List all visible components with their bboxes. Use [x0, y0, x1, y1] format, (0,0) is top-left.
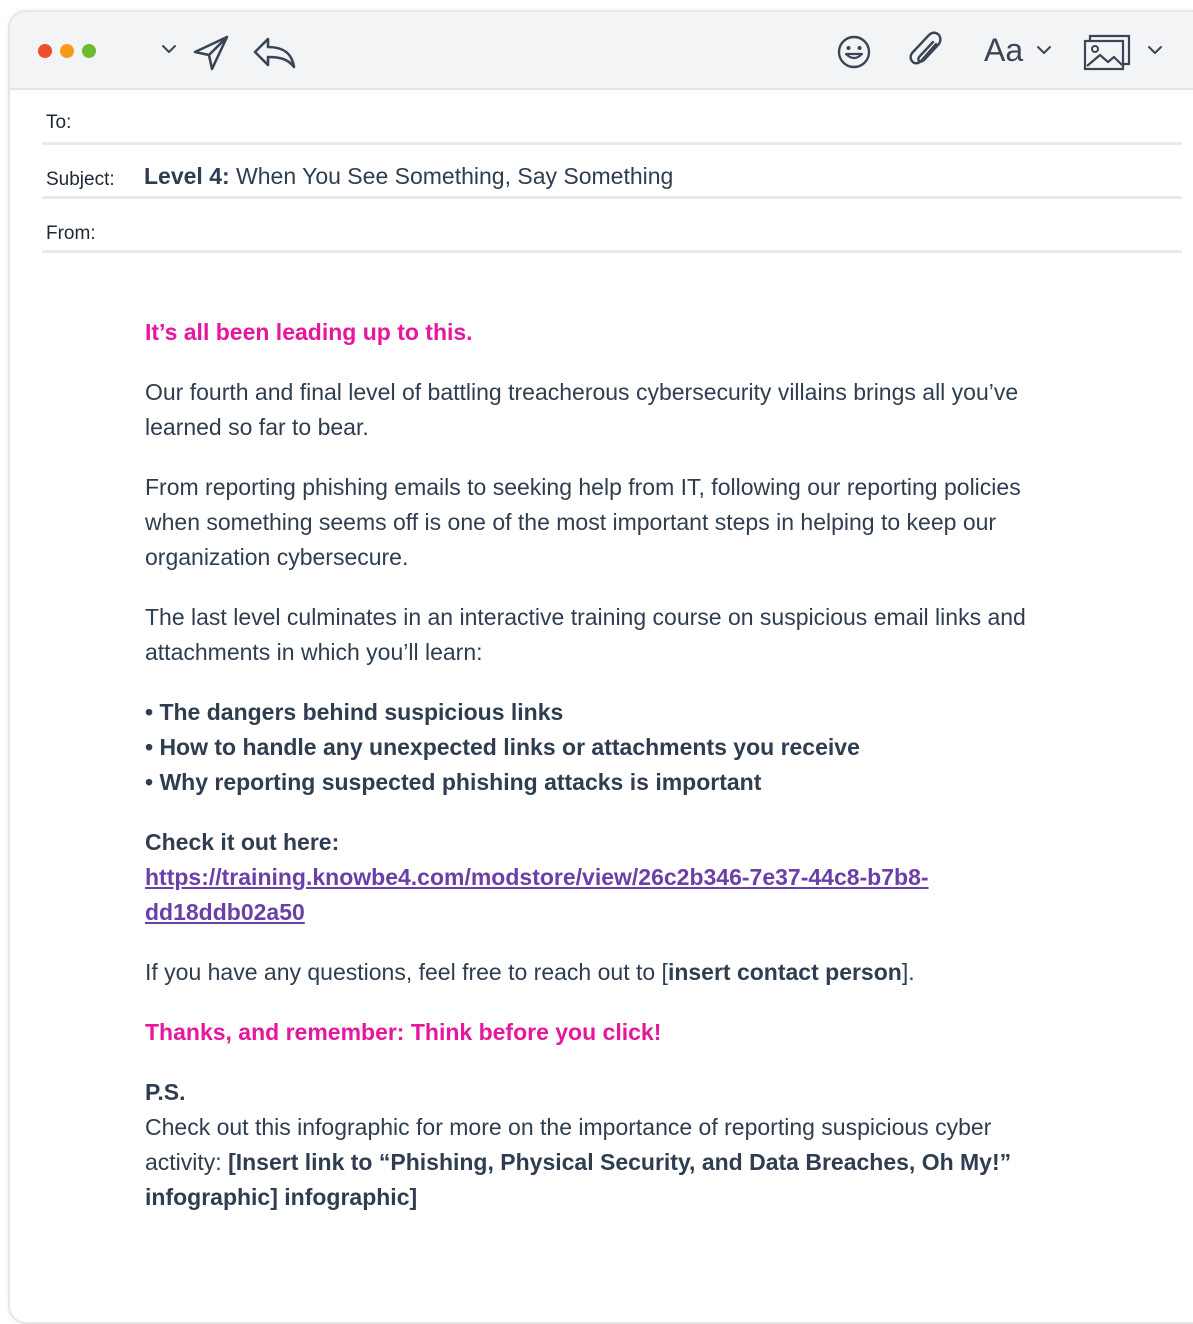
list-item: • How to handle any unexpected links or … [145, 734, 860, 760]
to-label: To: [46, 112, 72, 133]
font-format-icon[interactable]: Aa [984, 32, 1023, 69]
list-item: • Why reporting suspected phishing attac… [145, 769, 762, 795]
subject-divider [42, 196, 1182, 199]
body-headline: It’s all been leading up to this. [145, 319, 473, 345]
check-it-out-label: Check it out here: [145, 829, 340, 855]
subject-label: Subject: [46, 169, 115, 190]
minimize-window-button[interactable] [60, 44, 74, 58]
ps-label: P.S. [145, 1079, 186, 1105]
subject-level: Level 4: [144, 163, 230, 189]
image-icon[interactable] [1082, 32, 1136, 72]
to-field[interactable] [42, 142, 1182, 145]
body-paragraph: The last level culminates in an interact… [145, 604, 1026, 665]
chevron-down-icon[interactable] [160, 42, 178, 56]
from-label: From: [46, 223, 96, 244]
learning-list: • The dangers behind suspicious links • … [145, 695, 1035, 800]
contact-placeholder: insert contact person [667, 959, 902, 985]
from-field[interactable] [42, 250, 1182, 253]
subject-text: When You See Something, Say Something [229, 163, 674, 189]
paperclip-icon[interactable] [906, 30, 946, 74]
subject-field[interactable]: Level 4: When You See Something, Say Som… [144, 163, 673, 190]
email-compose-window: Aa To: Subject: Level 4: When You See So… [8, 10, 1193, 1324]
questions-end: ]. [901, 959, 915, 985]
list-item: • The dangers behind suspicious links [145, 699, 564, 725]
chevron-down-icon[interactable] [1146, 43, 1164, 57]
infographic-placeholder: [Insert link to “Phishing, Physical Secu… [145, 1149, 1012, 1210]
toolbar: Aa [10, 12, 1193, 90]
send-icon[interactable] [190, 32, 232, 74]
zoom-window-button[interactable] [82, 44, 96, 58]
training-link[interactable]: https://training.knowbe4.com/modstore/vi… [145, 864, 929, 925]
close-window-button[interactable] [38, 44, 52, 58]
chevron-down-icon[interactable] [1035, 43, 1053, 57]
questions-text: If you have any questions, feel free to … [145, 959, 668, 985]
body-paragraph: Our fourth and final level of battling t… [145, 379, 1019, 440]
email-body[interactable]: It’s all been leading up to this. Our fo… [145, 315, 1035, 1240]
emoji-icon[interactable] [836, 34, 872, 70]
body-paragraph: From reporting phishing emails to seekin… [145, 474, 1021, 570]
questions-paragraph: If you have any questions, feel free to … [145, 955, 1035, 990]
closing-line: Thanks, and remember: Think before you c… [145, 1019, 662, 1045]
reply-icon[interactable] [250, 34, 300, 72]
